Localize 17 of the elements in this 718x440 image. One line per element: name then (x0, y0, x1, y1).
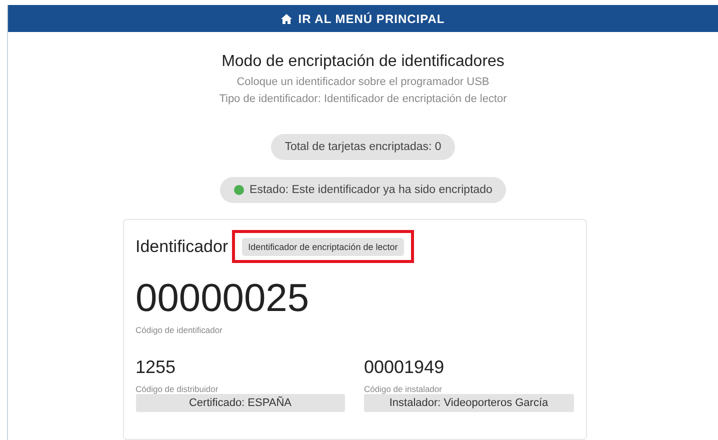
field-label: Código de instalador (364, 384, 443, 394)
field-label: Código de distribuidor (136, 384, 220, 394)
field-value: 00001949 (364, 357, 446, 378)
card-counter: Total de tarjetas encriptadas: 0 (270, 134, 456, 160)
info-chip: Certificado: ESPAÑA (136, 394, 345, 412)
status-chip: Estado: Este identificador ya ha sido encriptado (220, 177, 506, 203)
instruction-text: Coloque un identificador sobre el programador USB (236, 76, 490, 88)
card-title: Identificador (136, 236, 228, 256)
main-menu-button[interactable]: IR AL MENÚ PRINCIPAL (8, 5, 718, 32)
page-title: Modo de encriptación de identificadores (222, 53, 504, 71)
code-label: Código de identificador (136, 325, 224, 335)
home-icon (281, 14, 292, 24)
type-tag: Identificador de encriptación de lector (242, 238, 404, 256)
field-value: 1255 (136, 357, 177, 378)
identifier-code: 00000025 (136, 277, 310, 321)
instruction-text: Tipo de identificador: Identificador de encriptación de lector (219, 93, 507, 105)
info-chip: Instalador: Videoporteros García (364, 394, 574, 412)
